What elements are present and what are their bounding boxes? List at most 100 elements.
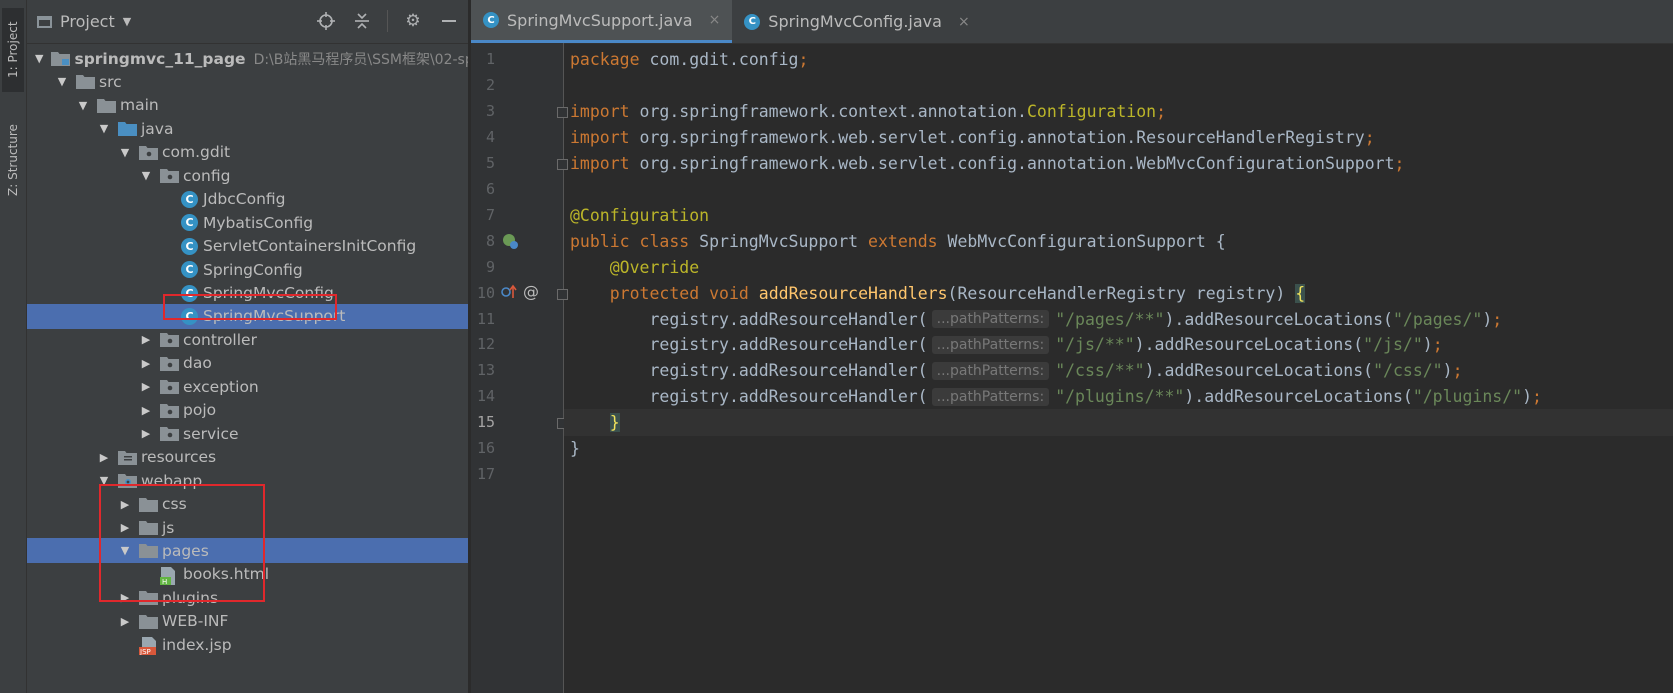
collapsed-arrow-icon[interactable]: ▶ <box>140 380 152 393</box>
tree-node-exception[interactable]: ▶ exception <box>27 374 468 399</box>
code-line: public class SpringMvcSupport extends We… <box>564 228 1673 255</box>
code-token: Configuration <box>1026 101 1157 121</box>
code-line: import org.springframework.context.annot… <box>564 98 1673 125</box>
code-token: ).addResourceLocations( <box>1134 335 1364 355</box>
folder-icon <box>139 614 158 629</box>
code-token: protected void <box>609 283 759 303</box>
tree-node-label: config <box>183 166 231 185</box>
svg-text:JSP: JSP <box>139 648 151 655</box>
tree-node-springconfig[interactable]: C SpringConfig <box>27 257 468 282</box>
line-number: 1 <box>485 50 495 68</box>
expanded-arrow-icon[interactable]: ▼ <box>119 544 131 557</box>
tree-node-web-inf[interactable]: ▶ WEB-INF <box>27 609 468 634</box>
close-icon[interactable]: × <box>709 12 721 28</box>
line-number: 2 <box>485 75 495 94</box>
minimize-icon[interactable] <box>438 10 460 32</box>
code-token: ).addResourceLocations( <box>1164 309 1393 329</box>
tree-node-java[interactable]: ▼ java <box>27 116 468 141</box>
window-icon <box>37 15 52 28</box>
java-class-icon: C <box>483 12 499 28</box>
collapsed-arrow-icon[interactable]: ▶ <box>140 427 152 440</box>
expanded-arrow-icon[interactable]: ▼ <box>56 75 68 88</box>
expanded-arrow-icon[interactable]: ▼ <box>77 99 89 112</box>
line-number: 15 <box>476 413 495 432</box>
tree-node-js[interactable]: ▶ js <box>27 515 468 540</box>
spring-bean-icon[interactable] <box>501 232 519 254</box>
code-token: "/js/**" <box>1055 335 1135 355</box>
collapsed-arrow-icon[interactable]: ▶ <box>119 591 131 604</box>
tree-node-pojo[interactable]: ▶ pojo <box>27 398 468 423</box>
folder-icon <box>76 74 95 90</box>
tree-node-index-jsp[interactable]: JSP index.jsp <box>27 632 468 657</box>
tree-node-pages[interactable]: ▼ pages <box>27 538 468 564</box>
tree-node-config[interactable]: ▼ config <box>27 163 468 188</box>
collapsed-arrow-icon[interactable]: ▶ <box>140 404 152 417</box>
project-tool-tab[interactable]: 1: Project <box>2 8 24 92</box>
project-panel: Project ▼ ⚙ ▼ springmvc_11_page D:\B站黑马程序员… <box>27 0 469 693</box>
project-view-selector[interactable]: Project ▼ <box>37 12 131 31</box>
tree-node-label: css <box>162 495 187 514</box>
editor-gutter: 1 2 3 4 5 6 7 8 9 10 11 12 13 14 15 16 17 @ <box>471 43 568 693</box>
collapsed-arrow-icon[interactable]: ▶ <box>98 451 110 464</box>
collapsed-arrow-icon[interactable]: ▶ <box>119 498 131 511</box>
code-token: } <box>609 413 620 433</box>
expanded-arrow-icon[interactable]: ▼ <box>140 169 152 182</box>
tree-node-com-gdit[interactable]: ▼ com.gdit <box>27 140 468 165</box>
overrides-method-icon[interactable] <box>501 284 517 304</box>
tree-node-books-html[interactable]: Hbooks.html <box>27 562 468 587</box>
editor-tab-label: SpringMvcSupport.java <box>507 10 693 30</box>
code-token: registry.addResourceHandler( <box>570 309 928 329</box>
tree-node-webapp[interactable]: ▼ webapp <box>27 468 468 493</box>
tree-node-css[interactable]: ▶ css <box>27 492 468 517</box>
expanded-arrow-icon[interactable]: ▼ <box>119 146 131 159</box>
expanded-arrow-icon[interactable]: ▼ <box>98 474 110 487</box>
tree-node-springmvc-11-page[interactable]: ▼ springmvc_11_page D:\B站黑马程序员\SSM框架\02-sp <box>27 46 468 71</box>
collapse-all-icon[interactable] <box>351 10 373 32</box>
java-class-icon: C <box>181 190 198 208</box>
tree-node-mybatisconfig[interactable]: C MybatisConfig <box>27 210 468 235</box>
structure-tool-tab[interactable]: Z: Structure <box>2 112 24 208</box>
tree-node-dao[interactable]: ▶ dao <box>27 351 468 376</box>
tree-node-controller[interactable]: ▶ controller <box>27 327 468 352</box>
package-icon <box>160 332 179 348</box>
code-token: org.springframework.web.servlet.config.a… <box>639 127 1365 147</box>
close-icon[interactable]: × <box>958 14 970 30</box>
tree-node-src[interactable]: ▼ src <box>27 69 468 94</box>
tree-node-springmvcsupport[interactable]: C SpringMvcSupport <box>27 303 468 329</box>
tree-node-service[interactable]: ▶ service <box>27 421 468 446</box>
tree-node-resources[interactable]: ▶ resources <box>27 445 468 470</box>
collapsed-arrow-icon[interactable]: ▶ <box>119 615 131 628</box>
code-line: } <box>564 409 1673 437</box>
folder-icon <box>139 590 158 606</box>
collapsed-arrow-icon[interactable]: ▶ <box>140 333 152 346</box>
tree-node-servletcontainersinitconfig[interactable]: C ServletContainersInitConfig <box>27 234 468 259</box>
package-icon <box>160 168 179 184</box>
code-token: ) <box>1482 309 1493 329</box>
gear-icon[interactable]: ⚙ <box>402 10 424 32</box>
expanded-arrow-icon[interactable]: ▼ <box>98 122 110 135</box>
collapsed-arrow-icon[interactable]: ▶ <box>119 521 131 534</box>
java-class-icon: C <box>181 284 198 302</box>
code-token: { <box>1295 283 1306 303</box>
tree-node-springmvcconfig[interactable]: C SpringMvcConfig <box>27 281 468 306</box>
java-class-icon: C <box>181 307 198 325</box>
tree-node-jdbcconfig[interactable]: C JdbcConfig <box>27 187 468 212</box>
tree-node-label: pages <box>162 541 209 560</box>
line-number: 8 <box>485 231 495 250</box>
code-editor: C SpringMvcSupport.java × C SpringMvcConfig.… <box>471 0 1673 693</box>
tree-node-main[interactable]: ▼ main <box>27 93 468 118</box>
tree-node-plugins[interactable]: ▶ plugins <box>27 585 468 610</box>
editor-tab-springmvcconfig-java[interactable]: C SpringMvcConfig.java × <box>732 0 981 43</box>
code-token: registry.addResourceHandler( <box>570 361 928 381</box>
editor-tab-springmvcsupport-java[interactable]: C SpringMvcSupport.java × <box>471 0 733 43</box>
resources-folder-icon <box>118 450 137 465</box>
annotation-at-icon[interactable]: @ <box>523 282 539 301</box>
collapsed-arrow-icon[interactable]: ▶ <box>140 357 152 370</box>
code-token: extends <box>868 231 948 251</box>
locate-icon[interactable] <box>315 10 337 32</box>
code-area[interactable]: package com.gdit.config; import org.sprin… <box>564 43 1673 693</box>
tree-node-label: books.html <box>183 565 270 584</box>
expanded-arrow-icon[interactable]: ▼ <box>35 52 43 65</box>
